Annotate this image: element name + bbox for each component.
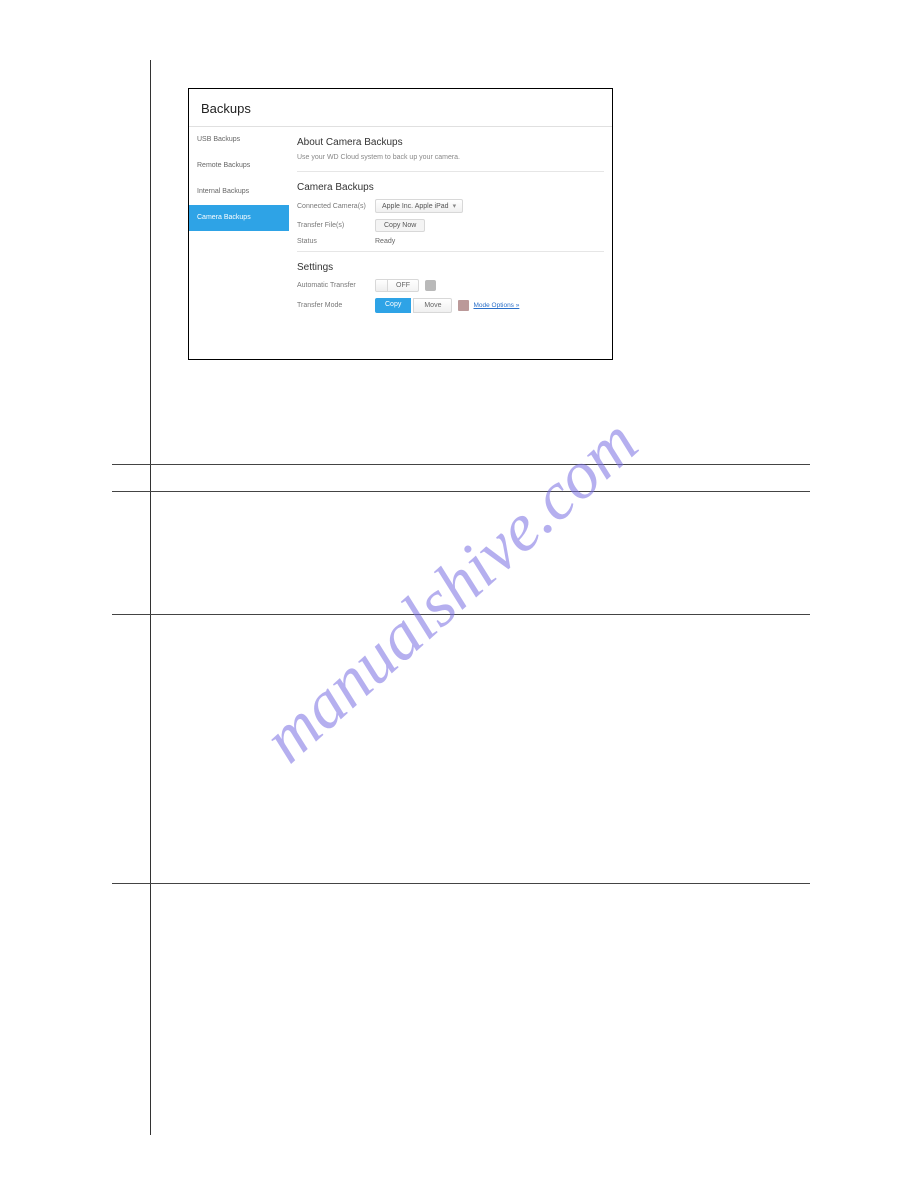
mode-move-button[interactable]: Move <box>413 298 452 313</box>
row-status: Status Ready <box>297 238 604 245</box>
row-transfer-mode: Transfer Mode Copy Move Mode Options » <box>297 298 604 313</box>
row-auto-transfer: Automatic Transfer OFF <box>297 279 604 292</box>
about-heading: About Camera Backups <box>297 137 604 148</box>
horizontal-rule <box>112 491 810 492</box>
toggle-knob <box>376 280 388 291</box>
transfer-files-label: Transfer File(s) <box>297 222 375 229</box>
horizontal-rule <box>112 464 810 465</box>
sidebar-item-label: Internal Backups <box>197 188 249 195</box>
status-label: Status <box>297 238 375 245</box>
horizontal-rule <box>112 614 810 615</box>
sidebar-item-label: USB Backups <box>197 136 240 143</box>
transfer-mode-segment: Copy Move <box>375 298 452 313</box>
transfer-mode-label: Transfer Mode <box>297 302 375 309</box>
sidebar-item-remote-backups[interactable]: Remote Backups <box>189 153 289 179</box>
chevron-down-icon: ▾ <box>453 202 457 210</box>
sidebar-item-usb-backups[interactable]: USB Backups <box>189 127 289 153</box>
status-value: Ready <box>375 238 395 245</box>
sidebar-item-label: Camera Backups <box>197 214 251 221</box>
vertical-rule <box>150 60 151 1135</box>
toggle-off-label: OFF <box>388 280 418 291</box>
row-connected-cameras: Connected Camera(s) Apple Inc. Apple iPa… <box>297 199 604 213</box>
about-body: Use your WD Cloud system to back up your… <box>297 154 604 161</box>
mode-options-link[interactable]: Mode Options » <box>473 302 519 309</box>
mode-copy-button[interactable]: Copy <box>375 298 411 313</box>
camera-heading: Camera Backups <box>297 182 604 193</box>
connected-cameras-dropdown[interactable]: Apple Inc. Apple iPad ▾ <box>375 199 463 213</box>
divider <box>297 171 604 172</box>
sidebar-item-camera-backups[interactable]: Camera Backups <box>189 205 289 231</box>
settings-heading: Settings <box>297 262 604 273</box>
sidebar-item-label: Remote Backups <box>197 162 250 169</box>
row-transfer-files: Transfer File(s) Copy Now <box>297 219 604 232</box>
help-icon[interactable] <box>425 280 436 291</box>
connected-cameras-label: Connected Camera(s) <box>297 203 375 210</box>
divider <box>297 251 604 252</box>
sidebar-item-internal-backups[interactable]: Internal Backups <box>189 179 289 205</box>
panel-title: Backups <box>189 89 612 127</box>
content-pane: About Camera Backups Use your WD Cloud s… <box>289 127 612 319</box>
auto-transfer-label: Automatic Transfer <box>297 282 375 289</box>
backups-panel: Backups USB Backups Remote Backups Inter… <box>188 88 613 360</box>
connected-cameras-value: Apple Inc. Apple iPad <box>382 203 449 210</box>
panel-body: USB Backups Remote Backups Internal Back… <box>189 127 612 319</box>
sidebar: USB Backups Remote Backups Internal Back… <box>189 127 289 319</box>
horizontal-rule <box>112 883 810 884</box>
copy-now-button[interactable]: Copy Now <box>375 219 425 232</box>
auto-transfer-toggle[interactable]: OFF <box>375 279 419 292</box>
book-icon[interactable] <box>458 300 469 311</box>
